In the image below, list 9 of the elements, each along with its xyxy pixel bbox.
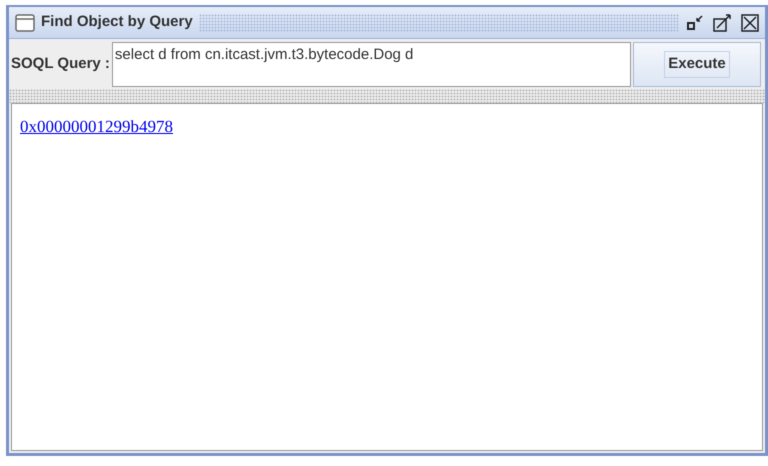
- object-link[interactable]: 0x00000001299b4978: [20, 114, 173, 140]
- window-icon: [15, 14, 35, 32]
- window-title: Find Object by Query: [41, 12, 193, 32]
- close-icon[interactable]: [741, 14, 759, 32]
- query-field[interactable]: select d from cn.itcast.jvm.t3.bytecode.Dog d: [112, 42, 631, 87]
- maximize-icon[interactable]: [713, 14, 733, 32]
- execute-button[interactable]: Execute: [664, 51, 730, 78]
- query-label: SOQL Query :: [11, 54, 110, 74]
- minimize-icon[interactable]: [687, 14, 705, 30]
